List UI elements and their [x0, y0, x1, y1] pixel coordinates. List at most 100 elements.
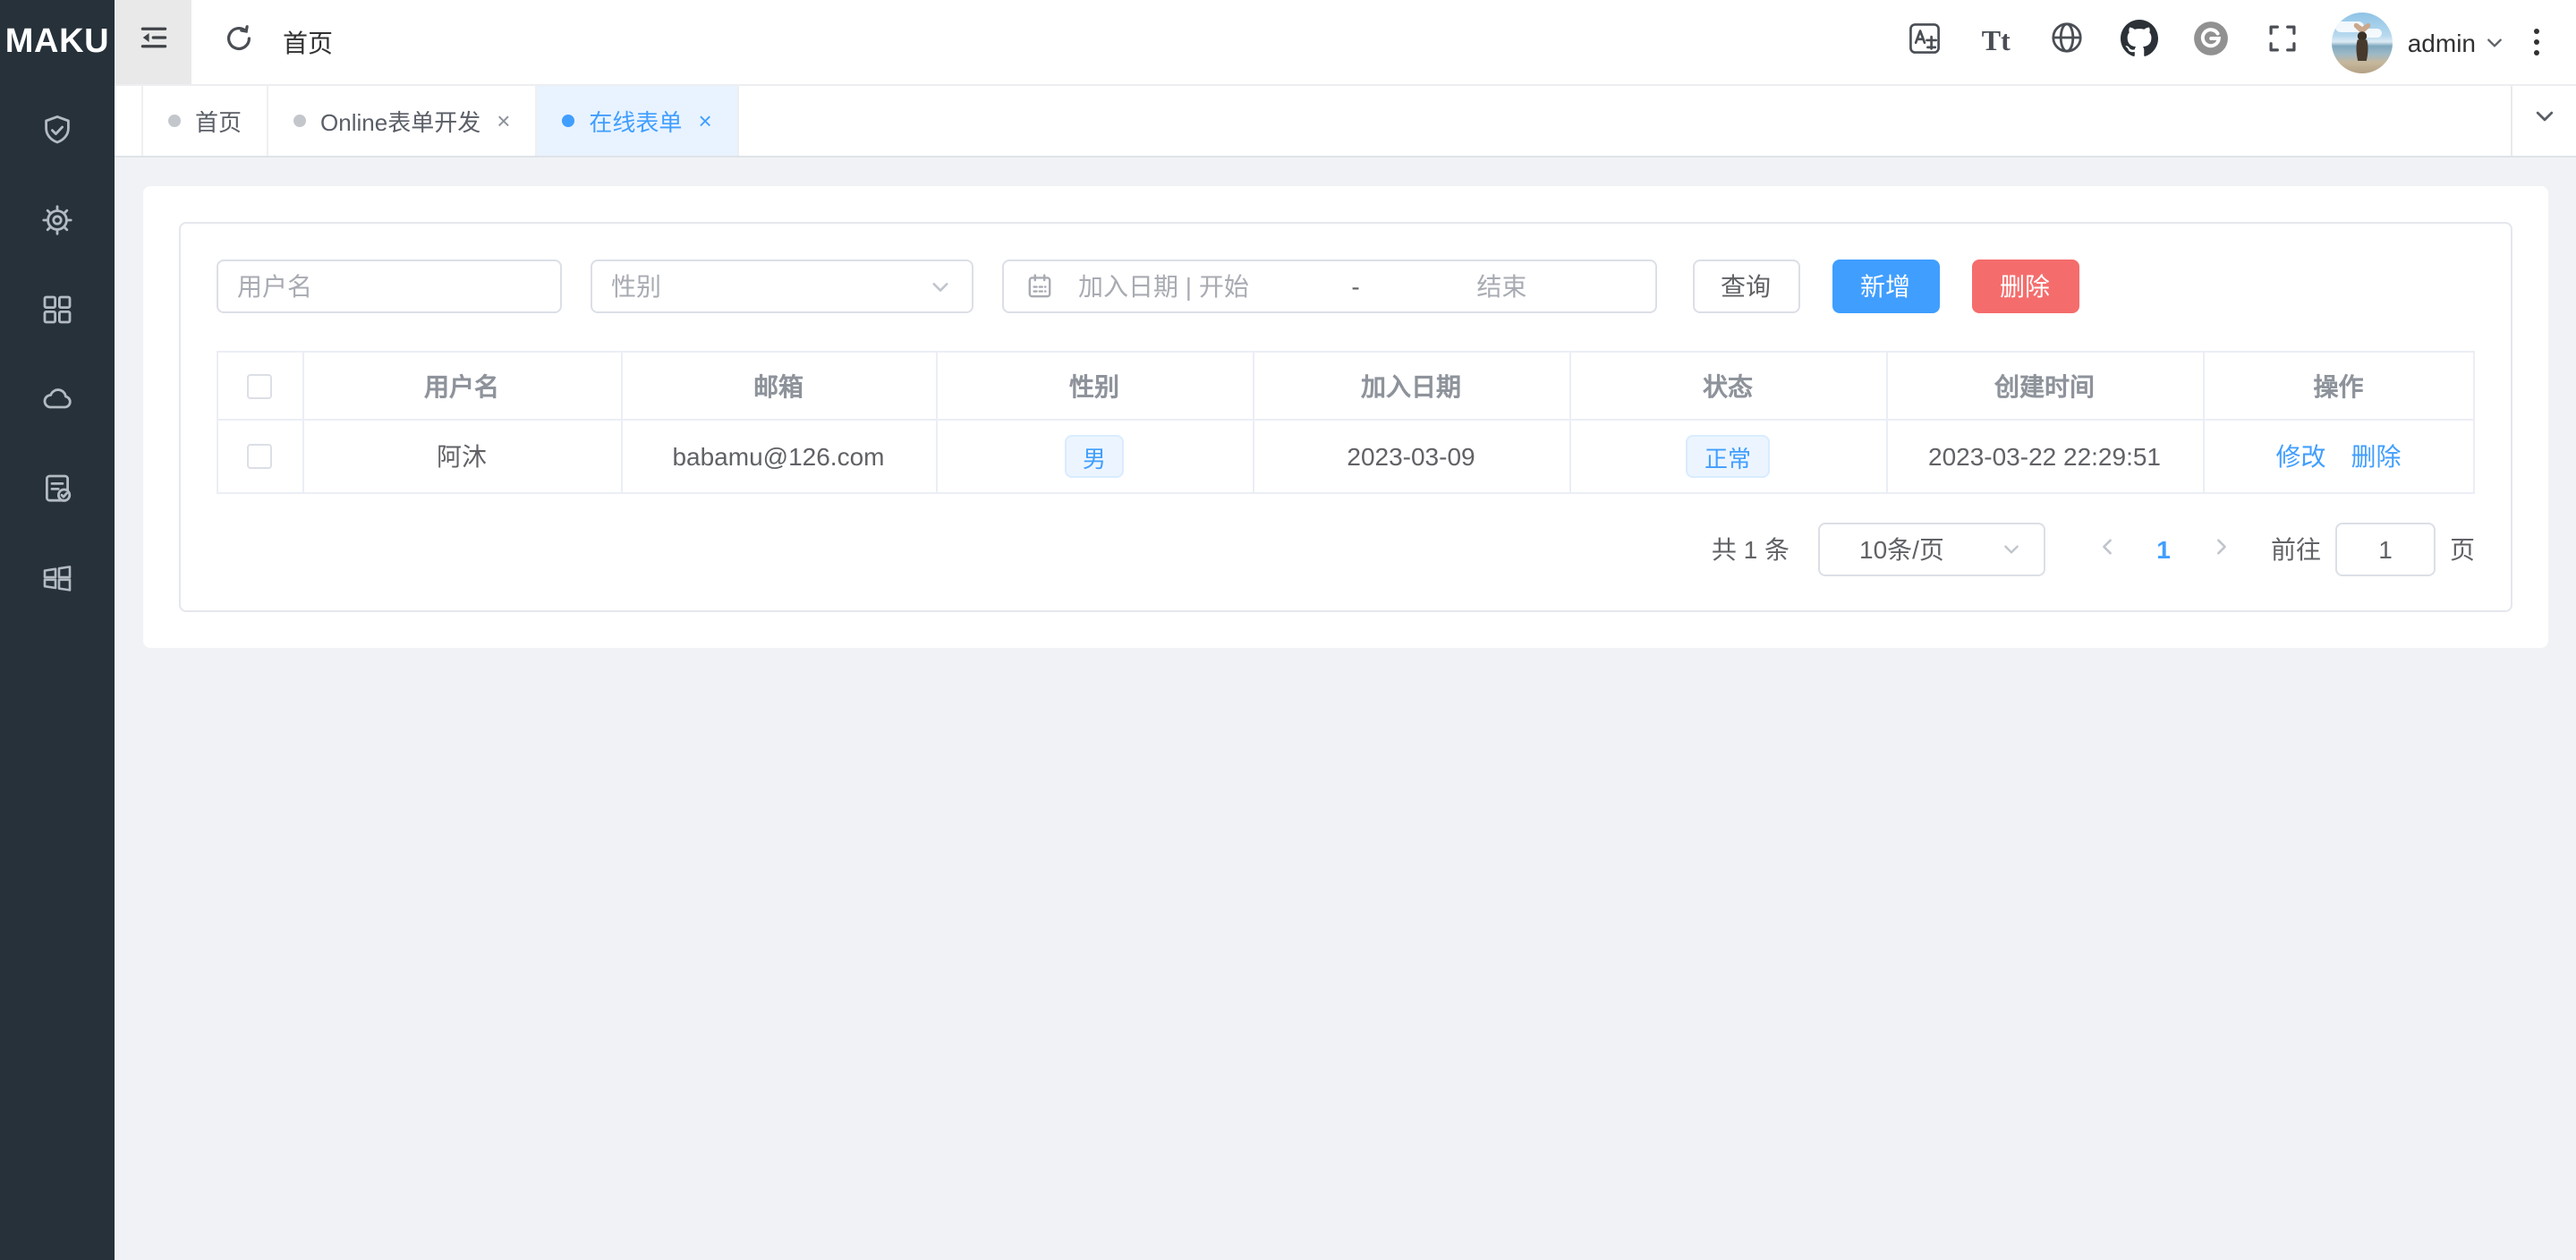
- page-number-1[interactable]: 1: [2135, 523, 2192, 576]
- avatar: [2333, 12, 2393, 72]
- sidebar: MAKU: [0, 0, 115, 1260]
- data-card: 性别: [178, 222, 2512, 612]
- close-icon[interactable]: ×: [497, 109, 510, 132]
- github-icon: [2121, 19, 2158, 65]
- pagination-total: 共 1 条: [1712, 532, 1790, 567]
- tab-online-form-dev[interactable]: Online表单开发 ×: [268, 86, 537, 156]
- user-menu[interactable]: admin: [2333, 12, 2504, 72]
- username-label: admin: [2408, 28, 2476, 56]
- column-header-status: 状态: [1570, 353, 1887, 421]
- document-check-icon: [39, 471, 75, 507]
- pagination: 共 1 条 10条/页: [216, 523, 2475, 576]
- sidebar-item-forms[interactable]: [0, 444, 115, 533]
- chevron-left-icon: [2095, 535, 2118, 564]
- view-card: 性别: [142, 186, 2548, 648]
- gitee-icon: [2192, 19, 2230, 65]
- table-row: 阿沐 babamu@126.com 男 2023-03-09 正常 2023-0…: [217, 421, 2475, 494]
- date-start-placeholder: 加入日期 | 开始: [1078, 268, 1340, 304]
- row-checkbox[interactable]: [247, 444, 272, 469]
- tab-home[interactable]: 首页: [141, 86, 268, 156]
- date-end-placeholder: 结束: [1371, 268, 1633, 304]
- cell-email: babamu@126.com: [622, 421, 937, 494]
- page-size-value: 10条/页: [1859, 532, 1944, 567]
- gear-icon: [39, 202, 75, 238]
- goto-page-input[interactable]: [2335, 523, 2436, 576]
- github-button[interactable]: [2104, 0, 2175, 85]
- table-header-row: 用户名 邮箱 性别 加入日期 状态 创建时间 操作: [217, 353, 2475, 421]
- cloud-icon: [39, 381, 75, 417]
- edit-link[interactable]: 修改: [2276, 438, 2326, 474]
- column-header-email: 邮箱: [622, 353, 937, 421]
- chevron-right-icon: [2209, 535, 2232, 564]
- tab-dot: [293, 115, 306, 127]
- gitee-button[interactable]: [2175, 0, 2247, 85]
- tabs-dropdown-button[interactable]: [2510, 86, 2576, 156]
- search-form: 性别: [216, 260, 2475, 313]
- font-size-button[interactable]: Tt: [1960, 0, 2032, 85]
- column-header-gender: 性别: [937, 353, 1254, 421]
- tab-label: 首页: [195, 104, 242, 138]
- translate-button[interactable]: [1889, 0, 1960, 85]
- tab-online-form[interactable]: 在线表单 ×: [537, 86, 738, 156]
- menu-fold-icon: [137, 21, 169, 63]
- goto-page: 前往 页: [2271, 523, 2475, 576]
- translate-icon: [1908, 21, 1942, 64]
- chevron-down-icon: [2001, 539, 2022, 560]
- next-page-button[interactable]: [2192, 523, 2249, 576]
- fullscreen-button[interactable]: [2247, 0, 2318, 85]
- main-area: 首页 Tt: [115, 0, 2576, 1260]
- collapse-menu-button[interactable]: [115, 0, 191, 84]
- tab-dot: [168, 115, 181, 127]
- prev-page-button[interactable]: [2078, 523, 2135, 576]
- query-button[interactable]: 查询: [1692, 260, 1799, 313]
- breadcrumb-item[interactable]: 首页: [283, 28, 333, 56]
- column-header-username: 用户名: [303, 353, 622, 421]
- tab-dot: [562, 115, 574, 127]
- date-range-separator: -: [1340, 272, 1370, 301]
- chevron-down-icon: [2483, 31, 2504, 53]
- sidebar-item-apps[interactable]: [0, 265, 115, 354]
- gender-select-placeholder: 性别: [611, 268, 661, 304]
- more-options-button[interactable]: [2515, 0, 2558, 85]
- language-button[interactable]: [2032, 0, 2104, 85]
- sidebar-item-settings[interactable]: [0, 175, 115, 265]
- shield-check-icon: [39, 113, 75, 149]
- tabs-bar: 首页 Online表单开发 × 在线表单 ×: [115, 86, 2576, 158]
- goto-label: 前往: [2271, 532, 2321, 567]
- page-content: 性别: [115, 158, 2576, 1260]
- cell-join-date: 2023-03-09: [1254, 421, 1570, 494]
- data-table: 用户名 邮箱 性别 加入日期 状态 创建时间 操作 阿沐 babamu@126.…: [216, 351, 2475, 494]
- avatar-figure: [2347, 21, 2379, 69]
- sidebar-item-security[interactable]: [0, 86, 115, 175]
- brand-logo[interactable]: MAKU: [0, 0, 115, 86]
- sidebar-item-layout[interactable]: [0, 533, 115, 623]
- chevron-down-icon: [2531, 104, 2556, 138]
- page-unit-label: 页: [2450, 532, 2475, 567]
- sidebar-item-cloud[interactable]: [0, 354, 115, 444]
- tab-label: 在线表单: [589, 104, 682, 138]
- cell-username: 阿沐: [303, 421, 622, 494]
- delete-button[interactable]: 删除: [1971, 260, 2079, 313]
- close-icon[interactable]: ×: [698, 109, 711, 132]
- delete-link[interactable]: 删除: [2351, 438, 2402, 474]
- join-date-range-picker[interactable]: 加入日期 | 开始 - 结束: [1001, 260, 1656, 313]
- windows-icon: [39, 560, 75, 596]
- gender-select[interactable]: 性别: [590, 260, 973, 313]
- header-actions: Tt: [1889, 0, 2576, 85]
- calendar-icon: [1024, 272, 1053, 301]
- refresh-button[interactable]: [222, 21, 256, 64]
- font-size-icon: Tt: [1982, 28, 2011, 56]
- page-size-select[interactable]: 10条/页: [1818, 523, 2045, 576]
- breadcrumb: 首页: [283, 24, 333, 60]
- globe-icon: [2050, 20, 2086, 64]
- username-input[interactable]: [216, 260, 561, 313]
- grid-icon: [39, 292, 75, 328]
- column-header-created-at: 创建时间: [1887, 353, 2204, 421]
- gender-tag: 男: [1065, 435, 1124, 478]
- header: 首页 Tt: [115, 0, 2576, 86]
- add-button[interactable]: 新增: [1832, 260, 1939, 313]
- column-header-actions: 操作: [2204, 353, 2475, 421]
- select-all-checkbox[interactable]: [247, 373, 272, 398]
- column-header-join-date: 加入日期: [1254, 353, 1570, 421]
- chevron-down-icon: [928, 275, 951, 298]
